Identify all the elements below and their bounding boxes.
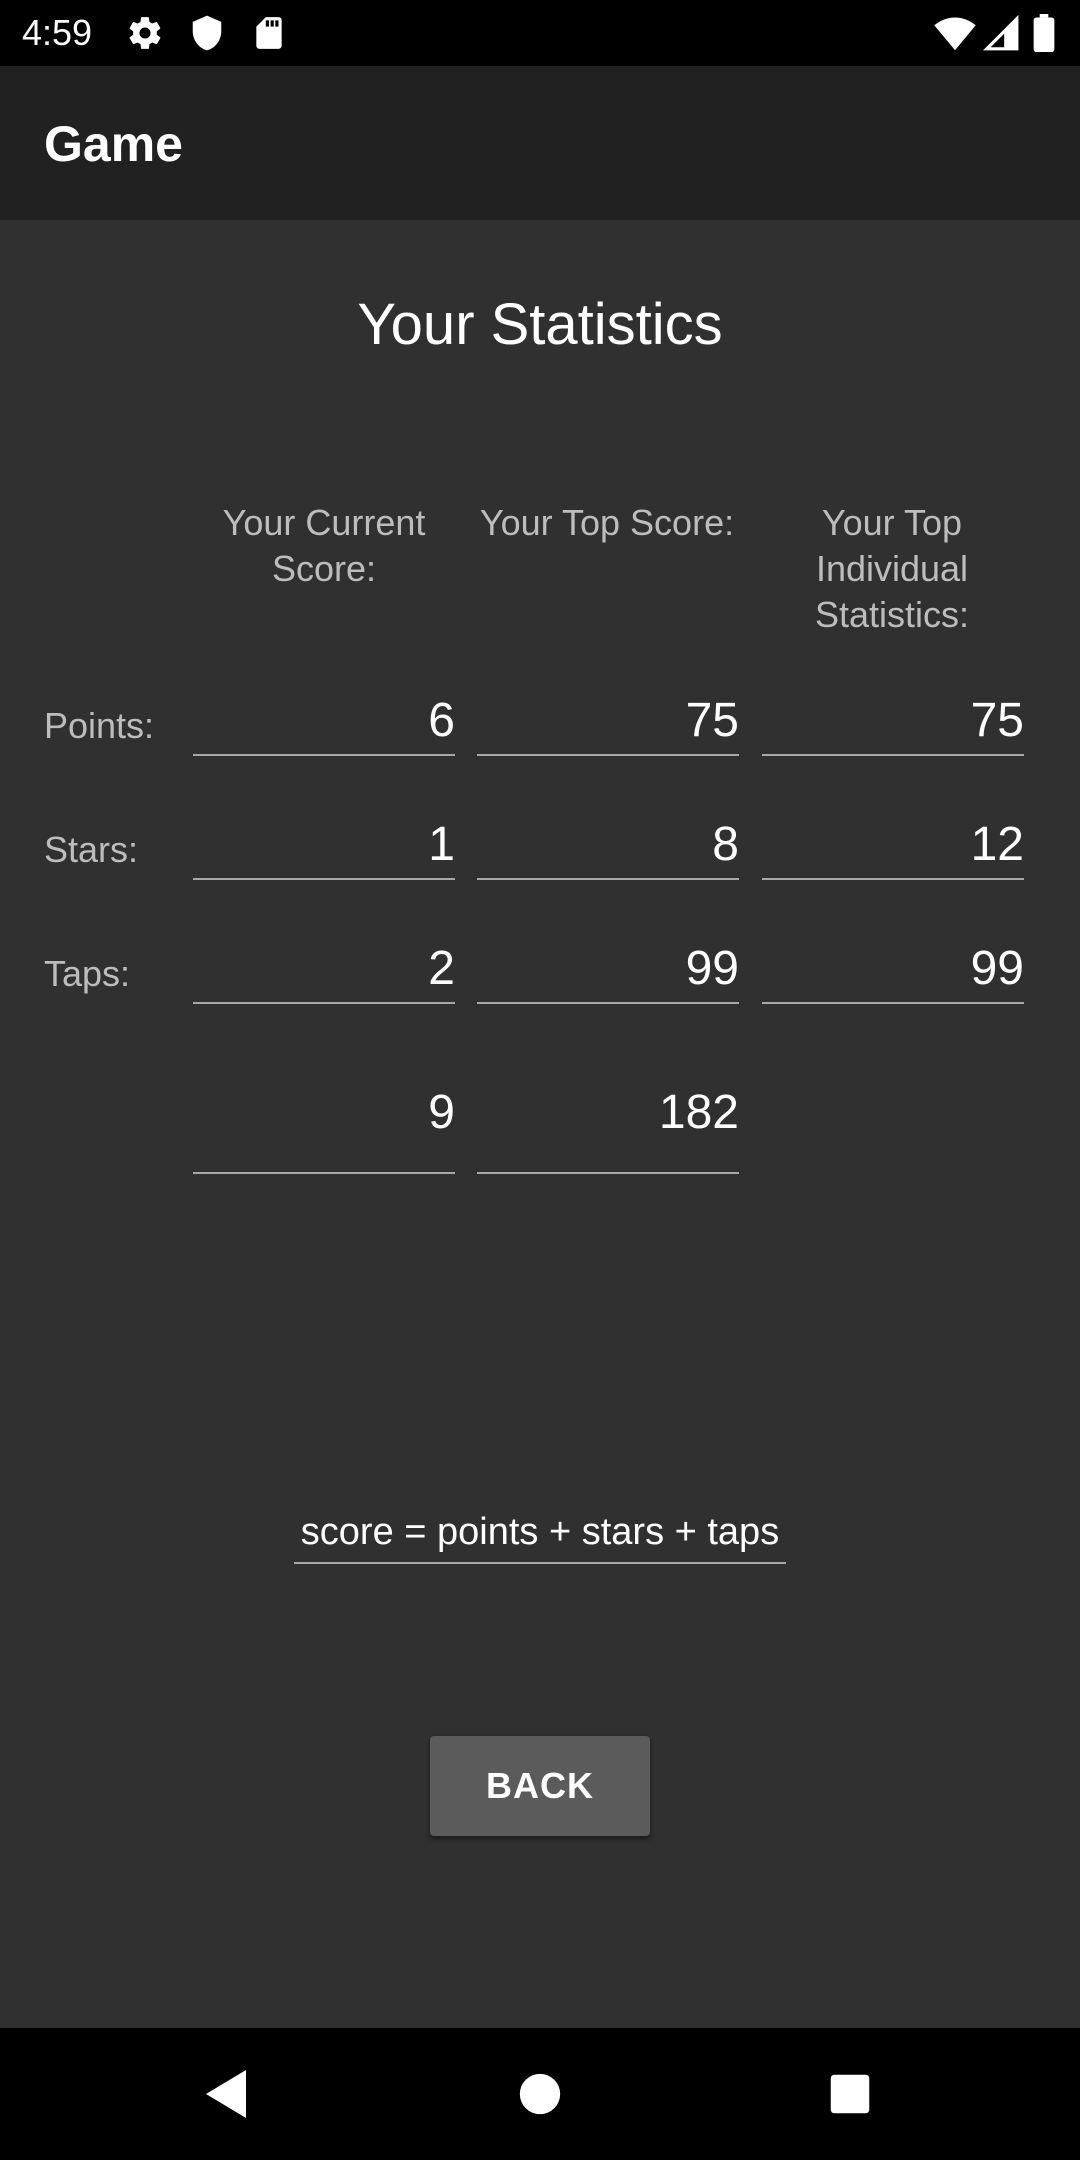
nav-back-icon[interactable] (190, 2058, 262, 2130)
signal-icon (982, 14, 1020, 57)
status-time: 4:59 (22, 12, 93, 53)
navigation-bar (0, 2028, 1080, 2160)
score-formula-field[interactable]: score = points + stars + taps (294, 1506, 786, 1564)
app-bar: Game (0, 66, 1080, 220)
shield-icon (188, 14, 226, 57)
total-top-field[interactable]: 182 (477, 1084, 739, 1174)
screen: 4:59 Game Your Statistics Your Current S… (0, 0, 1080, 2160)
battery-icon (1032, 14, 1056, 57)
sd-card-icon (250, 14, 288, 57)
taps-current-field[interactable]: 2 (193, 940, 455, 1004)
back-button[interactable]: BACK (430, 1736, 650, 1836)
column-header-current-score: Your Current Score: (222, 502, 426, 589)
points-current-field[interactable]: 6 (193, 692, 455, 756)
gear-icon (126, 14, 164, 57)
stars-top-field[interactable]: 8 (477, 816, 739, 880)
app-title: Game (44, 116, 183, 172)
row-label-taps: Taps: (44, 953, 131, 994)
stars-current-field[interactable]: 1 (193, 816, 455, 880)
total-current-field[interactable]: 9 (193, 1084, 455, 1174)
column-header-top-score: Your Top Score: (479, 502, 735, 543)
stars-individual-field[interactable]: 12 (762, 816, 1024, 880)
page-title: Your Statistics (357, 292, 723, 357)
wifi-icon (934, 14, 976, 57)
nav-recents-icon[interactable] (814, 2058, 886, 2130)
row-label-stars: Stars: (44, 829, 139, 870)
points-top-field[interactable]: 75 (477, 692, 739, 756)
points-individual-field[interactable]: 75 (762, 692, 1024, 756)
taps-individual-field[interactable]: 99 (762, 940, 1024, 1004)
taps-top-field[interactable]: 99 (477, 940, 739, 1004)
column-header-top-individual: Your Top Individual Statistics: (814, 502, 970, 635)
nav-home-icon[interactable] (504, 2058, 576, 2130)
status-bar: 4:59 (0, 0, 1080, 66)
row-label-points: Points: (44, 705, 155, 746)
